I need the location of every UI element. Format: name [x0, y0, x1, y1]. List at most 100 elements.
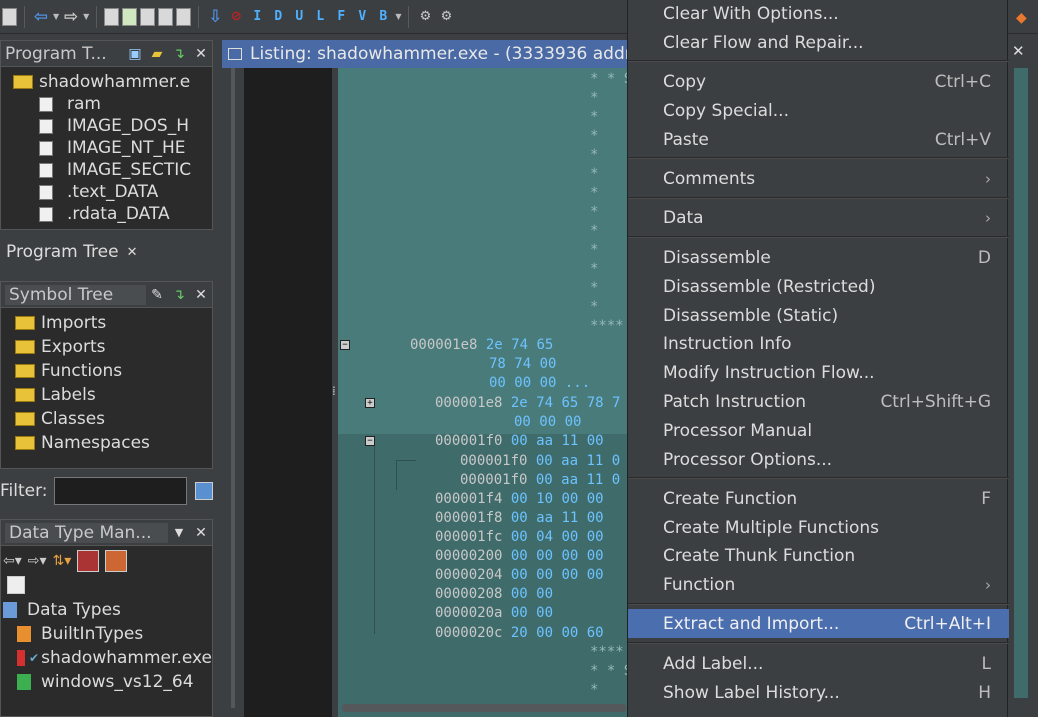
menu-item-copy-special[interactable]: Copy Special... [628, 96, 1009, 125]
horizontal-scrollbar[interactable] [342, 704, 626, 712]
code-line[interactable]: 00000204 00 00 00 00 [435, 566, 604, 585]
overview-bar[interactable] [1014, 68, 1028, 698]
code-line[interactable]: 00000208 00 00 [435, 585, 553, 604]
filter-input[interactable] [53, 477, 187, 505]
document-up-icon[interactable] [122, 7, 138, 26]
menu-item-comments[interactable]: Comments › [628, 164, 1009, 193]
refresh-icon[interactable]: ↴ [168, 284, 190, 306]
menu-item-processor-options[interactable]: Processor Options... [628, 445, 1009, 474]
data-type-windows[interactable]: windows_vs12_64 [3, 670, 212, 694]
data-type-builtin[interactable]: BuiltInTypes [3, 622, 212, 646]
refresh-icon[interactable]: ↴ [168, 43, 190, 65]
document-icon[interactable] [158, 7, 174, 26]
menu-item-instruction-info[interactable]: Instruction Info [628, 329, 1009, 358]
menu-item-modify-instruction-flow[interactable]: Modify Instruction Flow... [628, 358, 1009, 387]
code-line[interactable]: 00 00 00 [514, 413, 581, 432]
sort-icon[interactable]: ⇅▾ [53, 553, 72, 569]
menu-item-disassemble[interactable]: Disassemble D [628, 243, 1009, 272]
menu-item-create-thunk-function[interactable]: Create Thunk Function [628, 541, 1009, 570]
stop-icon[interactable]: ⊘ [227, 8, 245, 26]
listing-code-area[interactable]: * * Se * * * * * * * * * * * * **** − 00… [338, 68, 641, 717]
close-icon[interactable]: ✕ [190, 43, 212, 65]
menu-item-processor-manual[interactable]: Processor Manual [628, 416, 1009, 445]
save-icon[interactable] [2, 7, 17, 26]
tree-item-rdata-data[interactable]: .rdata_DATA [13, 203, 212, 225]
tree-item-ram[interactable]: ram [13, 93, 212, 115]
toolbar-letter-u[interactable]: U [290, 8, 308, 26]
tree-item-nt-header[interactable]: IMAGE_NT_HE [13, 137, 212, 159]
menu-item-paste[interactable]: Paste Ctrl+V [628, 125, 1009, 154]
collapse-toggle-icon[interactable]: − [365, 436, 375, 446]
menu-item-create-function[interactable]: Create Function F [628, 484, 1009, 513]
wrench-icon[interactable]: ⚙ [416, 8, 434, 26]
close-icon[interactable]: ✕ [190, 522, 212, 544]
menu-item-function[interactable]: Function › [628, 570, 1009, 599]
code-line[interactable]: 0000020c 20 00 00 60 [435, 624, 604, 643]
menu-item-clear-with-options[interactable]: Clear With Options... [628, 0, 1009, 28]
toolbar-letter-v[interactable]: V [353, 8, 371, 26]
symbol-item-exports[interactable]: Exports [15, 335, 212, 359]
menu-item-show-label-history[interactable]: Show Label History... H [628, 678, 1009, 707]
wrench-icon[interactable]: ⚙ [437, 8, 455, 26]
tree-item-dos-header[interactable]: IMAGE_DOS_H [13, 115, 212, 137]
menu-item-add-label[interactable]: Add Label... L [628, 649, 1009, 678]
toolbar-letter-l[interactable]: L [311, 8, 329, 26]
tree-item-text-data[interactable]: .text_DATA [13, 181, 212, 203]
menu-item-patch-instruction[interactable]: Patch Instruction Ctrl+Shift+G [628, 387, 1009, 416]
document-search-icon[interactable] [176, 7, 192, 26]
forward-arrow-icon[interactable]: ⇨ [62, 7, 80, 27]
code-line[interactable]: 000001e8 2e 74 65 78 7 [435, 394, 620, 413]
document-icon[interactable] [140, 7, 156, 26]
code-line[interactable]: 000001f0 00 aa 11 0 [460, 452, 620, 471]
program-tree-tab[interactable]: Program Tree ✕ [0, 238, 213, 266]
code-line[interactable]: 000001f4 00 10 00 00 [435, 490, 604, 509]
toolbar-letter-d[interactable]: D [269, 8, 287, 26]
toolbar-letter-f[interactable]: F [332, 8, 350, 26]
filter-array-icon[interactable] [77, 550, 100, 572]
toolbar-letter-b[interactable]: B [374, 8, 392, 26]
symbol-item-classes[interactable]: Classes [15, 407, 212, 431]
b-dropdown-icon[interactable]: ▼ [395, 12, 401, 21]
symbol-item-functions[interactable]: Functions [15, 359, 212, 383]
menu-item-clear-flow-repair[interactable]: Clear Flow and Repair... [628, 28, 1009, 57]
vertical-splitter[interactable] [213, 34, 222, 717]
back-arrow-icon[interactable]: ⇦ [32, 7, 50, 27]
symbol-item-namespaces[interactable]: Namespaces [15, 431, 212, 455]
forward-dropdown-icon[interactable]: ▼ [83, 12, 89, 21]
code-line[interactable]: 000001e8 2e 74 65 [410, 336, 553, 355]
edit-icon[interactable]: ✎ [146, 284, 168, 306]
back-arrow-icon[interactable]: ⇦▾ [3, 553, 22, 569]
collapse-toggle-icon[interactable]: − [340, 340, 350, 350]
document-icon[interactable] [104, 7, 120, 26]
code-line[interactable]: 00000200 00 00 00 00 [435, 547, 604, 566]
data-type-program[interactable]: ✔ shadowhammer.exe [3, 646, 212, 670]
close-icon[interactable]: ✕ [1012, 42, 1025, 60]
menu-item-copy[interactable]: Copy Ctrl+C [628, 67, 1009, 96]
code-line[interactable]: 0000020a 00 00 [435, 604, 553, 623]
symbol-item-labels[interactable]: Labels [15, 383, 212, 407]
view-icon[interactable]: ▣ [124, 43, 146, 65]
expand-toggle-icon[interactable]: + [365, 398, 375, 408]
collapse-icon[interactable] [7, 576, 25, 594]
menu-dropdown-icon[interactable]: ▼ [168, 522, 190, 544]
close-icon[interactable]: ✕ [190, 284, 212, 306]
tree-item-section[interactable]: IMAGE_SECTIC [13, 159, 212, 181]
menu-item-disassemble-restricted[interactable]: Disassemble (Restricted) [628, 272, 1009, 301]
diamond-icon[interactable]: ◆ [1016, 10, 1027, 26]
code-line[interactable]: 000001fc 00 04 00 00 [435, 528, 604, 547]
code-line[interactable]: 000001f8 00 aa 11 00 [435, 509, 604, 528]
filter-pointer-icon[interactable] [105, 550, 128, 572]
close-tab-icon[interactable]: ✕ [127, 245, 138, 260]
filter-options-icon[interactable] [194, 482, 213, 500]
menu-item-data[interactable]: Data › [628, 203, 1009, 232]
code-line[interactable]: 00 00 00 ... [489, 374, 590, 393]
data-types-root[interactable]: Data Types [3, 598, 212, 622]
code-line[interactable]: 000001f0 00 aa 11 00 [435, 432, 604, 451]
tree-item-program[interactable]: shadowhammer.e [13, 71, 212, 93]
down-arrow-icon[interactable]: ⇩ [206, 7, 224, 27]
menu-item-disassemble-static[interactable]: Disassemble (Static) [628, 301, 1009, 330]
menu-item-create-multiple-functions[interactable]: Create Multiple Functions [628, 513, 1009, 542]
forward-arrow-icon[interactable]: ⇨▾ [28, 553, 47, 569]
menu-item-extract-and-import[interactable]: Extract and Import... Ctrl+Alt+I [628, 609, 1009, 638]
toolbar-letter-i[interactable]: I [248, 8, 266, 26]
